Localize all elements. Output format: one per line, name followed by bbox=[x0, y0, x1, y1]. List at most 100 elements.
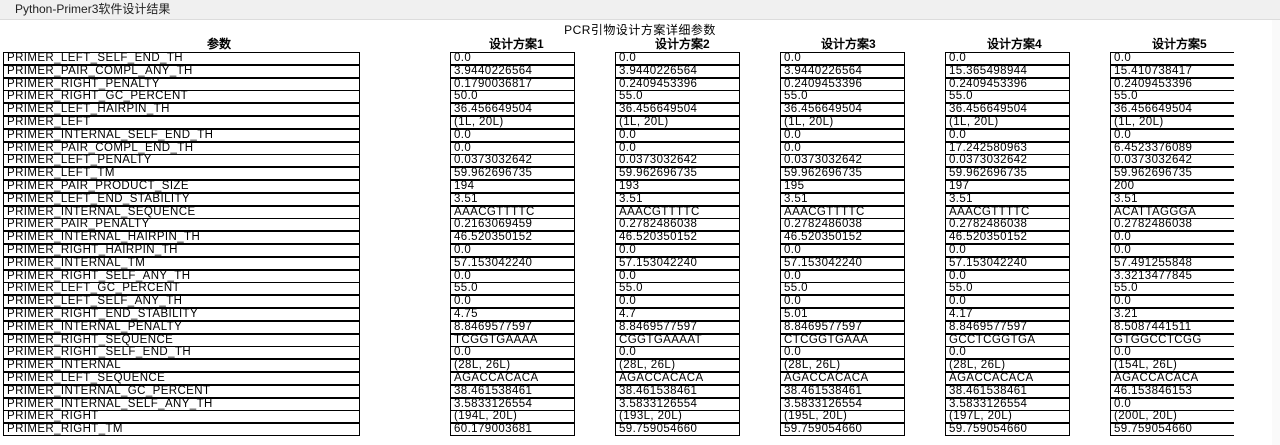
plan-3-value-field[interactable]: 8.8469577597 bbox=[780, 320, 905, 334]
plan-3-value-field[interactable]: (28L, 26L) bbox=[780, 359, 905, 373]
plan-2-value-field[interactable]: 0.0 bbox=[615, 295, 740, 309]
param-name-field[interactable]: PRIMER_LEFT_SELF_ANY_TH bbox=[3, 295, 360, 309]
plan-5-value-field[interactable]: (154L, 26L) bbox=[1110, 359, 1234, 373]
plan-3-value-field[interactable]: 195 bbox=[780, 180, 905, 193]
plan-4-value-field[interactable]: GCCTCGGTGA bbox=[945, 333, 1070, 347]
plan-5-value-field[interactable]: 0.0 bbox=[1110, 346, 1234, 360]
plan-5-value-field[interactable]: 8.5087441511 bbox=[1110, 320, 1234, 334]
param-name-field[interactable]: PRIMER_LEFT_GC_PERCENT bbox=[3, 282, 360, 296]
plan-4-value-field[interactable]: 59.962696735 bbox=[945, 167, 1070, 181]
param-name-field[interactable]: PRIMER_LEFT_SEQUENCE bbox=[3, 372, 360, 385]
param-name-field[interactable]: PRIMER_INTERNAL_TM bbox=[3, 256, 360, 270]
plan-4-value-field[interactable]: 0.2409453396 bbox=[945, 77, 1070, 91]
plan-3-value-field[interactable]: 0.0 bbox=[780, 52, 905, 65]
plan-2-value-field[interactable]: 0.0 bbox=[615, 52, 740, 65]
plan-5-value-field[interactable]: 0.0 bbox=[1110, 52, 1234, 65]
plan-2-value-field[interactable]: (28L, 26L) bbox=[615, 359, 740, 373]
plan-1-value-field[interactable]: (28L, 26L) bbox=[450, 359, 575, 373]
plan-3-value-field[interactable]: 0.0 bbox=[780, 244, 905, 257]
param-name-field[interactable]: PRIMER_RIGHT_END_STABILITY bbox=[3, 308, 360, 321]
plan-1-value-field[interactable]: (194L, 20L) bbox=[450, 410, 575, 424]
plan-4-value-field[interactable]: 0.0373032642 bbox=[945, 154, 1070, 168]
plan-1-value-field[interactable]: 8.8469577597 bbox=[450, 320, 575, 334]
param-name-field[interactable]: PRIMER_INTERNAL bbox=[3, 359, 360, 373]
param-name-field[interactable]: PRIMER_LEFT_TM bbox=[3, 167, 360, 181]
param-name-field[interactable]: PRIMER_INTERNAL_SELF_ANY_TH bbox=[3, 397, 360, 411]
plan-1-value-field[interactable]: 38.461538461 bbox=[450, 384, 575, 398]
plan-4-value-field[interactable]: 0.0 bbox=[945, 52, 1070, 65]
plan-2-value-field[interactable]: AAACGTTTTC bbox=[615, 205, 740, 219]
plan-4-value-field[interactable]: 46.520350152 bbox=[945, 231, 1070, 245]
plan-1-value-field[interactable]: AAACGTTTTC bbox=[450, 205, 575, 219]
plan-4-value-field[interactable]: 36.456649504 bbox=[945, 103, 1070, 117]
plan-1-value-field[interactable]: 3.9440226564 bbox=[450, 64, 575, 78]
plan-3-value-field[interactable]: 57.153042240 bbox=[780, 256, 905, 270]
plan-2-value-field[interactable]: (193L, 20L) bbox=[615, 410, 740, 424]
param-name-field[interactable]: PRIMER_LEFT_END_STABILITY bbox=[3, 192, 360, 206]
plan-5-value-field[interactable]: 0.2409453396 bbox=[1110, 77, 1234, 91]
plan-1-value-field[interactable]: 0.0 bbox=[450, 269, 575, 283]
plan-1-value-field[interactable]: 0.1790036817 bbox=[450, 77, 575, 91]
plan-3-value-field[interactable]: CTCGGTGAAA bbox=[780, 333, 905, 347]
plan-2-value-field[interactable]: 3.51 bbox=[615, 192, 740, 206]
plan-2-value-field[interactable]: 0.0 bbox=[615, 141, 740, 155]
param-name-field[interactable]: PRIMER_INTERNAL_SEQUENCE bbox=[3, 205, 360, 219]
plan-5-value-field[interactable]: 59.962696735 bbox=[1110, 167, 1234, 181]
plan-5-value-field[interactable]: 36.456649504 bbox=[1110, 103, 1234, 117]
plan-1-value-field[interactable]: 4.75 bbox=[450, 308, 575, 321]
plan-1-value-field[interactable]: 50.0 bbox=[450, 90, 575, 104]
plan-3-value-field[interactable]: 59.759054660 bbox=[780, 423, 905, 437]
plan-2-value-field[interactable]: 38.461538461 bbox=[615, 384, 740, 398]
plan-3-value-field[interactable]: (195L, 20L) bbox=[780, 410, 905, 424]
plan-4-value-field[interactable]: 3.51 bbox=[945, 192, 1070, 206]
plan-3-value-field[interactable]: 5.01 bbox=[780, 308, 905, 321]
plan-1-value-field[interactable]: 0.0 bbox=[450, 141, 575, 155]
plan-4-value-field[interactable]: 17.242580963 bbox=[945, 141, 1070, 155]
plan-1-value-field[interactable]: 57.153042240 bbox=[450, 256, 575, 270]
plan-1-value-field[interactable]: 59.962696735 bbox=[450, 167, 575, 181]
plan-3-value-field[interactable]: AGACCACACA bbox=[780, 372, 905, 385]
plan-1-value-field[interactable]: 0.0 bbox=[450, 295, 575, 309]
plan-2-value-field[interactable]: 0.0 bbox=[615, 346, 740, 360]
param-name-field[interactable]: PRIMER_LEFT_PENALTY bbox=[3, 154, 360, 168]
plan-5-value-field[interactable]: 0.2782486038 bbox=[1110, 218, 1234, 232]
plan-1-value-field[interactable]: 46.520350152 bbox=[450, 231, 575, 245]
plan-4-value-field[interactable]: 55.0 bbox=[945, 90, 1070, 104]
plan-4-value-field[interactable]: 0.2782486038 bbox=[945, 218, 1070, 232]
param-name-field[interactable]: PRIMER_RIGHT_SELF_ANY_TH bbox=[3, 269, 360, 283]
plan-2-value-field[interactable]: (1L, 20L) bbox=[615, 116, 740, 129]
plan-1-value-field[interactable]: 0.0 bbox=[450, 128, 575, 142]
param-name-field[interactable]: PRIMER_RIGHT_HAIRPIN_TH bbox=[3, 244, 360, 257]
plan-4-value-field[interactable]: 4.17 bbox=[945, 308, 1070, 321]
plan-5-value-field[interactable]: 0.0 bbox=[1110, 231, 1234, 245]
plan-2-value-field[interactable]: 4.7 bbox=[615, 308, 740, 321]
plan-5-value-field[interactable]: 57.491255848 bbox=[1110, 256, 1234, 270]
param-name-field[interactable]: PRIMER_INTERNAL_HAIRPIN_TH bbox=[3, 231, 360, 245]
plan-5-value-field[interactable]: 59.759054660 bbox=[1110, 423, 1234, 437]
param-name-field[interactable]: PRIMER_INTERNAL_SELF_END_TH bbox=[3, 128, 360, 142]
plan-2-value-field[interactable]: 0.0 bbox=[615, 128, 740, 142]
plan-1-value-field[interactable]: 0.0373032642 bbox=[450, 154, 575, 168]
plan-2-value-field[interactable]: 57.153042240 bbox=[615, 256, 740, 270]
plan-5-value-field[interactable]: GTGGCCTCGG bbox=[1110, 333, 1234, 347]
param-name-field[interactable]: PRIMER_RIGHT_GC_PERCENT bbox=[3, 90, 360, 104]
plan-3-value-field[interactable]: 55.0 bbox=[780, 282, 905, 296]
plan-3-value-field[interactable]: 3.5833126554 bbox=[780, 397, 905, 411]
plan-4-value-field[interactable]: (28L, 26L) bbox=[945, 359, 1070, 373]
plan-3-value-field[interactable]: 0.0 bbox=[780, 346, 905, 360]
plan-3-value-field[interactable]: 0.2409453396 bbox=[780, 77, 905, 91]
plan-5-value-field[interactable]: 0.0373032642 bbox=[1110, 154, 1234, 168]
plan-3-value-field[interactable]: (1L, 20L) bbox=[780, 116, 905, 129]
plan-4-value-field[interactable]: 15.365498944 bbox=[945, 64, 1070, 78]
plan-5-value-field[interactable]: 200 bbox=[1110, 180, 1234, 193]
param-name-field[interactable]: PRIMER_LEFT bbox=[3, 116, 360, 129]
plan-2-value-field[interactable]: 0.0373032642 bbox=[615, 154, 740, 168]
plan-5-value-field[interactable]: 3.21 bbox=[1110, 308, 1234, 321]
plan-4-value-field[interactable]: 38.461538461 bbox=[945, 384, 1070, 398]
plan-5-value-field[interactable]: 0.0 bbox=[1110, 128, 1234, 142]
plan-2-value-field[interactable]: 59.962696735 bbox=[615, 167, 740, 181]
plan-3-value-field[interactable]: 3.51 bbox=[780, 192, 905, 206]
param-name-field[interactable]: PRIMER_PAIR_PRODUCT_SIZE bbox=[3, 180, 360, 193]
vertical-scrollbar[interactable] bbox=[1272, 20, 1280, 445]
plan-5-value-field[interactable]: 15.410738417 bbox=[1110, 64, 1234, 78]
